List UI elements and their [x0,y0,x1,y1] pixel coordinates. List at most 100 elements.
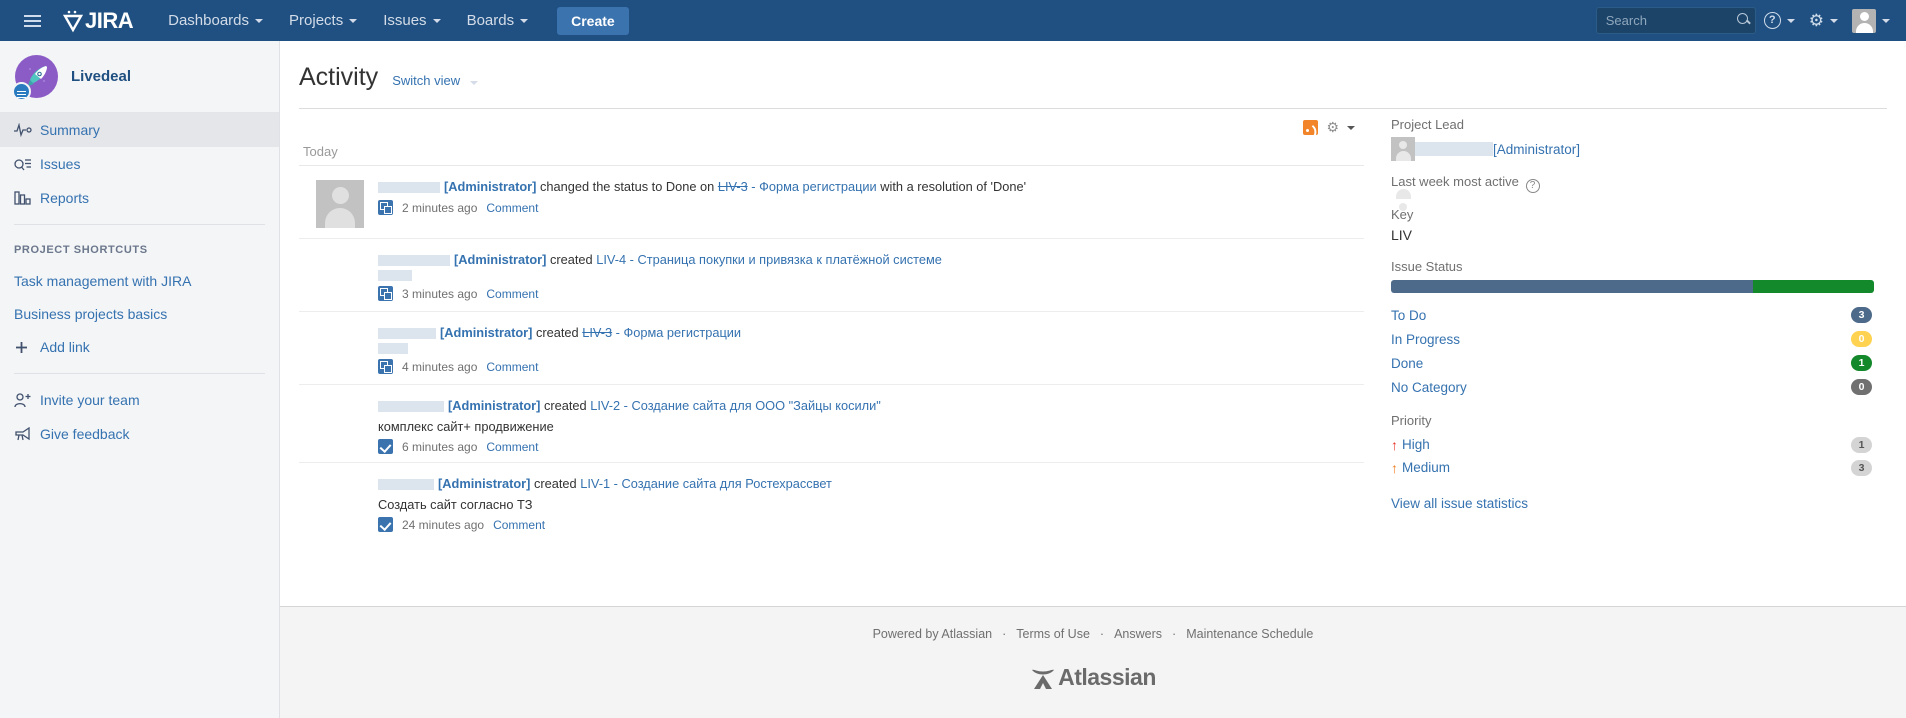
page-title: Activity [299,63,379,91]
activity-user[interactable]: [Administrator] [438,476,530,491]
activity-meta: 4 minutes ago Comment [378,359,1364,382]
switch-view-label: Switch view [392,73,461,88]
nav-item-issues[interactable]: Issues [370,0,453,41]
chevron-down-icon [255,18,264,23]
comment-link[interactable]: Comment [486,201,538,215]
issue-title-link[interactable]: - Страница покупки и привязка к платёжно… [626,252,942,267]
switch-view-dropdown[interactable]: Switch view [392,73,478,88]
redacted-username [1415,142,1493,156]
project-avatar-icon [12,55,58,101]
avatar-placeholder [316,326,364,374]
activity-icon [14,123,40,137]
priority-name[interactable]: High [1402,437,1430,452]
activity-timestamp: 2 minutes ago [402,200,478,215]
activity-meta: 6 minutes ago Comment [378,439,1364,462]
footer-link[interactable]: Terms of Use [1016,627,1090,641]
sidebar-divider [14,224,265,225]
sidebar-add-link-button[interactable]: Add link [0,330,279,364]
issue-key-link[interactable]: LIV-1 [580,476,610,491]
activity-text: [Administrator] created LIV-3 - Форма ре… [378,324,1364,341]
priority-arrow-up-icon: ↑ [1391,436,1398,453]
issue-key-link[interactable]: LIV-4 [596,252,626,267]
issue-status-name[interactable]: To Do [1391,308,1426,323]
activity-item: [Administrator] created LIV-2 - Создание… [299,384,1364,462]
view-all-issue-statistics-link[interactable]: View all issue statistics [1391,496,1874,511]
activity-user[interactable]: [Administrator] [454,252,546,267]
project-header[interactable]: Livedeal [0,41,279,113]
issue-key-link[interactable]: LIV-3 [718,179,748,194]
nav-item-dashboards[interactable]: Dashboards [155,0,276,41]
sidebar-item-reports[interactable]: Reports [0,181,279,215]
activity-body: [Administrator] created LIV-4 - Страница… [378,248,1364,311]
activity-user[interactable]: [Administrator] [448,398,540,413]
issue-status-name[interactable]: In Progress [1391,332,1460,347]
footer-link[interactable]: Answers [1114,627,1162,641]
issue-status-name[interactable]: Done [1391,356,1423,371]
sidebar-item-give-feedback[interactable]: Give feedback [0,417,279,451]
sidebar-item-label: Reports [40,190,90,206]
nav-item-boards[interactable]: Boards [454,0,542,41]
nav-label: Projects [289,12,344,29]
sidebar-item-summary[interactable]: Summary [0,113,279,147]
sidebar-item-label: Give feedback [40,426,130,442]
jira-logo[interactable]: JIRA [62,8,134,34]
chevron-down-icon[interactable] [1347,125,1355,130]
profile-menu-button[interactable] [1846,0,1896,41]
issue-status-name[interactable]: No Category [1391,380,1467,395]
issue-type-task-done-icon [378,439,393,454]
activity-list: [Administrator] changed the status to Do… [299,166,1364,540]
comment-link[interactable]: Comment [493,518,545,532]
help-icon[interactable]: ? [1525,179,1540,193]
issue-key-link[interactable]: LIV-3 [582,325,612,340]
top-navigation-bar: JIRA Dashboards Projects Issues Boards C… [0,0,1906,41]
create-button[interactable]: Create [557,6,629,35]
settings-menu-button[interactable]: ⚙ [1803,0,1844,41]
redacted-text [378,270,412,281]
issue-status-row: Done 1 [1391,351,1874,375]
status-count-badge: 3 [1851,307,1872,323]
sidebar-shortcut-task-management[interactable]: Task management with JIRA [0,264,279,297]
comment-link[interactable]: Comment [486,440,538,454]
issue-key-link[interactable]: LIV-2 [590,398,620,413]
help-menu-button[interactable]: ? [1758,0,1801,41]
comment-link[interactable]: Comment [486,360,538,374]
activity-user[interactable]: [Administrator] [440,325,532,340]
app-switcher-icon[interactable] [12,0,52,41]
search-box[interactable] [1595,7,1756,34]
priority-name[interactable]: Medium [1402,460,1450,475]
priority-count-badge: 1 [1851,436,1872,453]
project-lead-label: Project Lead [1391,117,1464,132]
sidebar-divider [14,373,265,374]
issue-type-task-icon [378,286,393,301]
redacted-username [378,255,450,267]
priority-arrow-up-icon: ↑ [1391,459,1398,476]
footer-link[interactable]: Maintenance Schedule [1186,627,1313,641]
project-info-panel: Project Lead [Administrator] Last week m… [1364,109,1874,540]
gear-icon[interactable]: ⚙ [1326,119,1339,136]
sidebar-item-issues[interactable]: Issues [0,147,279,181]
search-input[interactable] [1596,13,1755,28]
help-icon: ? [1763,12,1781,29]
activity-user[interactable]: [Administrator] [444,179,536,194]
issue-title-link[interactable]: - Создание сайта для ООО "Зайцы косили" [620,398,881,413]
redacted-username [378,479,434,491]
footer-link[interactable]: Powered by Atlassian [873,627,993,641]
sidebar-shortcut-business-basics[interactable]: Business projects basics [0,297,279,330]
avatar[interactable] [316,180,364,228]
status-count-badge: 0 [1851,331,1872,347]
activity-item: [Administrator] created LIV-1 - Создание… [299,462,1364,540]
footer-separator: · [1099,627,1105,641]
issue-title-link[interactable]: - Форма регистрации [612,325,741,340]
sidebar-item-invite-team[interactable]: Invite your team [0,383,279,417]
issue-title-link[interactable]: - Создание сайта для Ростехрассвет [610,476,832,491]
project-lead-name[interactable]: [Administrator] [1493,142,1580,157]
activity-body: [Administrator] created LIV-3 - Форма ре… [378,321,1364,384]
nav-label: Boards [466,12,515,29]
issue-title-link[interactable]: - Форма регистрации [748,179,876,194]
issues-icon [14,157,40,171]
rss-feed-icon[interactable] [1303,120,1319,135]
nav-item-projects[interactable]: Projects [276,0,370,41]
comment-link[interactable]: Comment [486,287,538,301]
nav-label: Dashboards [168,12,250,29]
search-icon[interactable] [1736,13,1748,24]
